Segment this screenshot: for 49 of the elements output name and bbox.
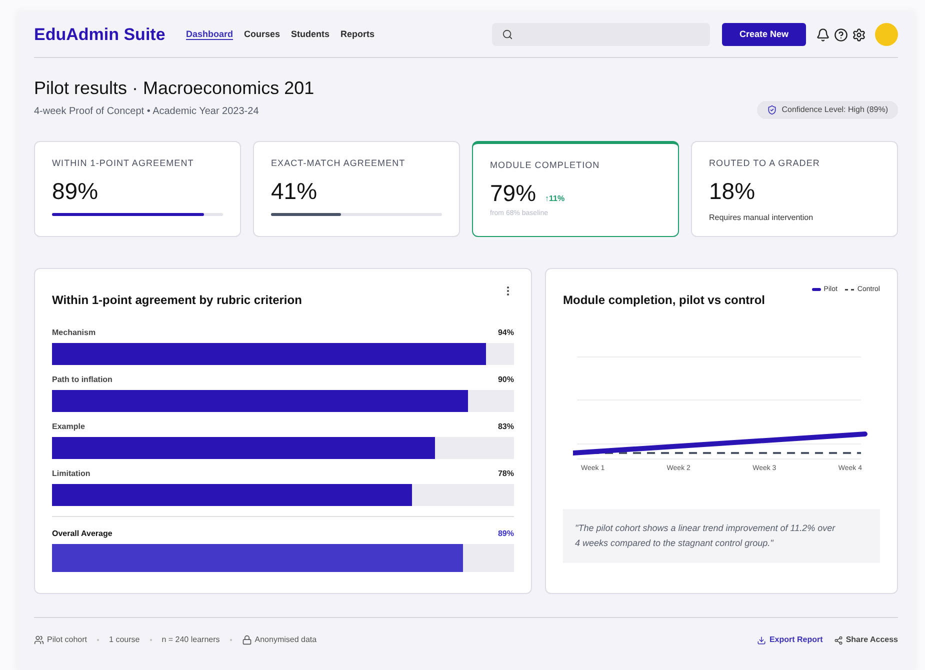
download-icon xyxy=(757,636,766,644)
criterion-label: Overall Average xyxy=(52,528,112,540)
metric-value: 89% xyxy=(52,180,100,202)
search-icon xyxy=(502,29,513,40)
metric-label: WITHIN 1-POINT AGREEMENT xyxy=(52,158,195,168)
share-access-link[interactable]: Share Access xyxy=(834,634,898,646)
create-new-button[interactable]: Create New xyxy=(722,23,806,46)
criterion-label: Mechanism xyxy=(52,326,96,338)
criterion-value: 94% xyxy=(498,326,514,338)
share-icon xyxy=(834,636,843,644)
confidence-text: Confidence Level: High (89%) xyxy=(782,104,888,116)
panel-title: Within 1-point agreement by rubric criterion xyxy=(52,292,302,308)
help-icon[interactable] xyxy=(834,28,848,42)
delta-text: ↑11% xyxy=(545,192,565,204)
criterion-label: Limitation xyxy=(52,468,90,480)
criterion-value: 90% xyxy=(498,374,514,386)
metric-value: 18% xyxy=(709,180,756,202)
metric-value: 41% xyxy=(271,180,318,202)
panel-title: Module completion, pilot vs control xyxy=(563,292,766,308)
export-report-link[interactable]: Export Report xyxy=(757,634,823,646)
criterion-value: 83% xyxy=(498,420,514,432)
page-title: Pilot results · Macroeconomics 201 xyxy=(34,77,314,100)
nav-tab[interactable]: Courses xyxy=(244,28,280,42)
meta-text: n = 240 learners xyxy=(162,634,220,646)
legend-dash-icon xyxy=(845,288,854,291)
meta-text: Anonymised data xyxy=(254,634,317,646)
insight-quote: "The pilot cohort shows a linear trend improvement of 11.2% over 4 weeks compared to the stagnant control group." xyxy=(563,509,880,563)
criterion-label: Example xyxy=(52,420,85,432)
page-subtitle: 4-week Proof of Concept • Academic Year 2023-24 xyxy=(34,104,260,118)
people-icon xyxy=(34,635,44,645)
bell-icon[interactable] xyxy=(816,28,830,42)
settings-icon[interactable] xyxy=(852,28,866,42)
metric-label: ROUTED TO A GRADER xyxy=(709,158,821,168)
meta-text: 1 course xyxy=(109,634,140,646)
search-field[interactable] xyxy=(492,23,710,46)
criterion-value: 89% xyxy=(498,528,514,540)
app-logo: EduAdmin Suite xyxy=(34,24,166,46)
criterion-value: 78% xyxy=(498,468,514,480)
nav-tab[interactable]: Students xyxy=(291,28,330,42)
lock-icon xyxy=(242,635,252,645)
metric-note: Requires manual intervention xyxy=(709,212,814,224)
nav-tab[interactable]: Dashboard xyxy=(186,28,234,42)
meta-text: Pilot cohort xyxy=(47,634,88,646)
metric-label: EXACT-MATCH AGREEMENT xyxy=(271,158,406,168)
metric-label: MODULE COMPLETION xyxy=(490,160,601,170)
criterion-label: Path to inflation xyxy=(52,374,112,386)
shield-icon xyxy=(766,104,777,114)
metric-value: 79% xyxy=(490,182,536,204)
nav-tab[interactable]: Reports xyxy=(340,28,375,42)
